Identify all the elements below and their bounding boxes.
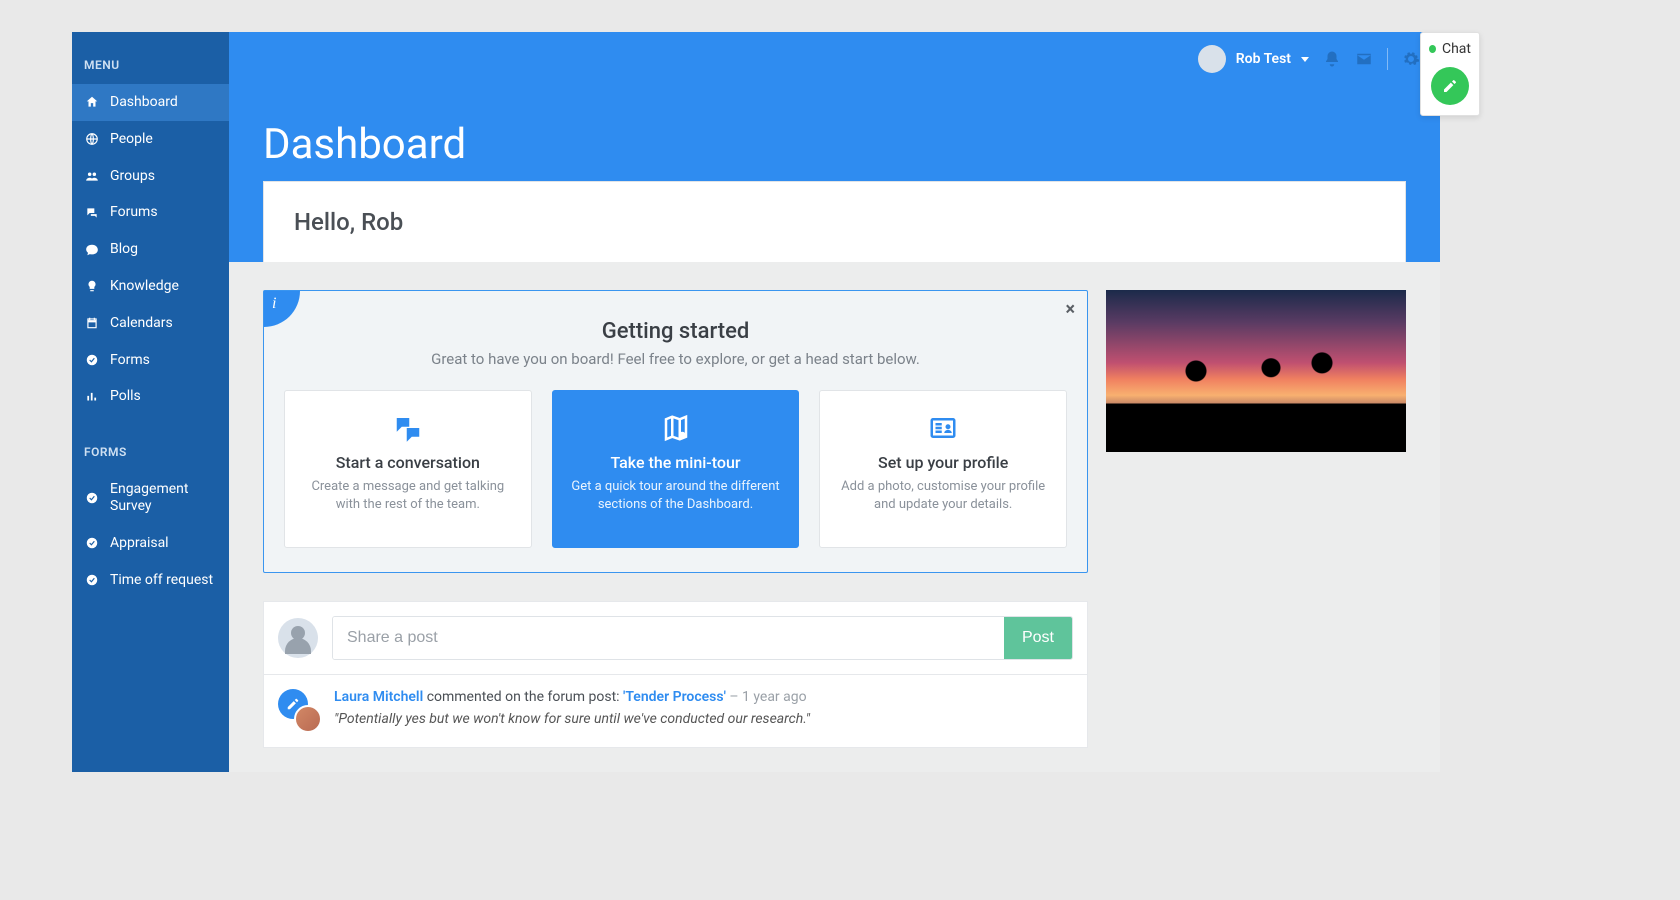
sidebar-item-label: Time off request: [110, 572, 213, 589]
sidebar-item-calendars[interactable]: Calendars: [72, 305, 229, 342]
sidebar-item-polls[interactable]: Polls: [72, 378, 229, 415]
bulb-icon: [84, 278, 100, 294]
card-title: Set up your profile: [838, 453, 1048, 472]
mail-icon[interactable]: [1355, 50, 1373, 68]
feed-item: Laura Mitchell commented on the forum po…: [263, 675, 1088, 748]
chat-compose-button[interactable]: [1431, 67, 1469, 105]
sidebar-item-label: Knowledge: [110, 278, 179, 295]
sidebar-item-groups[interactable]: Groups: [72, 158, 229, 195]
forum-icon: [84, 205, 100, 221]
sidebar-item-label: Polls: [110, 388, 141, 405]
right-column: [1106, 262, 1406, 748]
app-window: MENU Dashboard People Groups Forums Blog…: [72, 32, 1440, 772]
map-icon: [571, 413, 781, 443]
sidebar-item-people[interactable]: People: [72, 121, 229, 158]
chevron-down-icon: [1301, 57, 1309, 62]
sidebar-item-label: Engagement Survey: [110, 481, 217, 515]
feed-separator: –: [726, 689, 742, 705]
sidebar-item-label: Dashboard: [110, 94, 178, 111]
main-area: Rob Test Dashboard Hello, Rob i × Gettin…: [229, 32, 1440, 772]
content: i × Getting started Great to have you on…: [229, 262, 1440, 748]
card-desc: Get a quick tour around the different se…: [571, 478, 781, 514]
sidebar-item-label: Appraisal: [110, 535, 169, 552]
greeting-card: Hello, Rob: [263, 181, 1406, 262]
sidebar-item-label: Blog: [110, 241, 138, 258]
left-column: i × Getting started Great to have you on…: [263, 262, 1088, 748]
sidebar-form-time-off[interactable]: Time off request: [72, 562, 229, 599]
pencil-icon: [1442, 78, 1458, 94]
getting-started-title: Getting started: [284, 319, 1067, 344]
card-title: Start a conversation: [303, 453, 513, 472]
sidebar-item-forms[interactable]: Forms: [72, 342, 229, 379]
avatar-icon: [278, 618, 318, 658]
post-button[interactable]: Post: [1004, 617, 1072, 659]
getting-started-cards: Start a conversation Create a message an…: [284, 390, 1067, 548]
status-dot-icon: [1429, 45, 1436, 53]
close-icon[interactable]: ×: [1065, 299, 1075, 320]
hero: Dashboard Hello, Rob: [229, 86, 1440, 262]
share-post-panel: Post: [263, 601, 1088, 675]
user-name: Rob Test: [1236, 51, 1291, 67]
sidebar-item-blog[interactable]: Blog: [72, 231, 229, 268]
avatar-icon: [1198, 45, 1226, 73]
globe-icon: [84, 131, 100, 147]
chat-icon: [84, 242, 100, 258]
sidebar-menu-heading: MENU: [72, 50, 229, 84]
feed-action-text: commented on the forum post:: [423, 689, 623, 705]
sidebar-item-label: People: [110, 131, 153, 148]
share-post-input[interactable]: [333, 617, 1004, 659]
chat-widget: Chat: [1420, 32, 1480, 116]
getting-started-panel: i × Getting started Great to have you on…: [263, 290, 1088, 573]
chat-label: Chat: [1442, 41, 1471, 57]
chat-bubbles-icon: [303, 413, 513, 443]
card-desc: Create a message and get talking with th…: [303, 478, 513, 514]
home-icon: [84, 94, 100, 110]
card-start-conversation[interactable]: Start a conversation Create a message an…: [284, 390, 532, 548]
check-circle-icon: [84, 535, 100, 551]
sidebar-item-knowledge[interactable]: Knowledge: [72, 268, 229, 305]
card-mini-tour[interactable]: Take the mini-tour Get a quick tour arou…: [552, 390, 800, 548]
calendar-icon: [84, 315, 100, 331]
share-input-group: Post: [332, 616, 1073, 660]
bars-icon: [84, 389, 100, 405]
card-setup-profile[interactable]: Set up your profile Add a photo, customi…: [819, 390, 1067, 548]
sidebar-item-dashboard[interactable]: Dashboard: [72, 84, 229, 121]
check-circle-icon: [84, 490, 100, 506]
feed-timestamp: 1 year ago: [742, 689, 807, 705]
card-title: Take the mini-tour: [571, 453, 781, 472]
page-title: Dashboard: [263, 120, 1406, 169]
gear-icon[interactable]: [1402, 50, 1420, 68]
user-menu[interactable]: Rob Test: [1198, 45, 1309, 73]
feature-image: [1106, 290, 1406, 452]
feed-badge: [278, 689, 322, 733]
sidebar-item-label: Groups: [110, 168, 155, 185]
check-circle-icon: [84, 352, 100, 368]
feed-body: Laura Mitchell commented on the forum po…: [334, 689, 1073, 733]
chat-header[interactable]: Chat: [1429, 41, 1471, 57]
divider: [1387, 48, 1388, 70]
sidebar-item-label: Forms: [110, 352, 150, 369]
feed-meta: Laura Mitchell commented on the forum po…: [334, 689, 1073, 705]
feed-post-link[interactable]: 'Tender Process': [623, 689, 726, 705]
check-circle-icon: [84, 572, 100, 588]
notifications-icon[interactable]: [1323, 50, 1341, 68]
feed-quote: "Potentially yes but we won't know for s…: [334, 711, 1073, 727]
sidebar-form-engagement-survey[interactable]: Engagement Survey: [72, 471, 229, 525]
card-desc: Add a photo, customise your profile and …: [838, 478, 1048, 514]
sidebar-form-appraisal[interactable]: Appraisal: [72, 525, 229, 562]
sidebar: MENU Dashboard People Groups Forums Blog…: [72, 32, 229, 772]
sidebar-item-forums[interactable]: Forums: [72, 194, 229, 231]
sidebar-item-label: Forums: [110, 204, 158, 221]
users-icon: [84, 168, 100, 184]
sidebar-item-label: Calendars: [110, 315, 173, 332]
topbar: Rob Test: [229, 32, 1440, 86]
feed-author-link[interactable]: Laura Mitchell: [334, 689, 423, 705]
getting-started-subtitle: Great to have you on board! Feel free to…: [284, 350, 1067, 368]
author-avatar: [294, 705, 322, 733]
profile-card-icon: [838, 413, 1048, 443]
sidebar-forms-heading: FORMS: [72, 437, 229, 471]
